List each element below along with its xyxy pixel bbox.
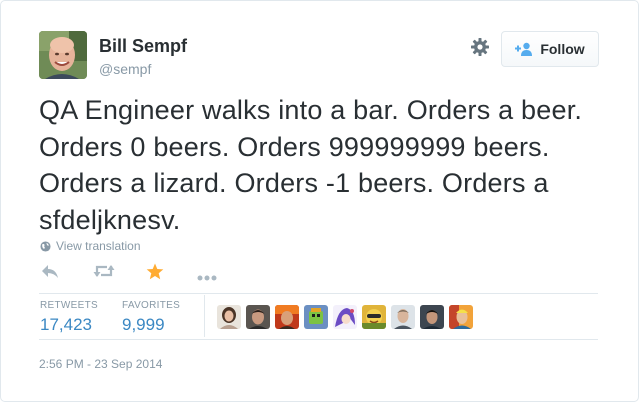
- globe-icon: [40, 240, 51, 252]
- stats-divider-bottom: [39, 339, 598, 340]
- tweet-text: QA Engineer walks into a bar. Orders a b…: [39, 95, 583, 235]
- author-handle[interactable]: @sempf: [99, 61, 151, 77]
- add-user-icon: [515, 42, 533, 56]
- tweet-timestamp[interactable]: 2:56 PM - 23 Sep 2014: [39, 357, 162, 371]
- favoriter-avatar[interactable]: [362, 305, 386, 329]
- gear-icon[interactable]: [470, 37, 490, 57]
- author-avatar[interactable]: [39, 31, 87, 79]
- yellow-cartoon-avatar: [362, 305, 386, 329]
- bald-man-smiling-avatar: [39, 31, 87, 79]
- view-translation-link[interactable]: View translation: [40, 239, 141, 253]
- tweet-card: Bill Sempf @sempf Follow QA Engineer wal…: [0, 0, 639, 402]
- favoriter-avatar[interactable]: [304, 305, 328, 329]
- man-light-avatar: [391, 305, 415, 329]
- more-button[interactable]: [197, 268, 217, 286]
- woman-avatar: [217, 305, 241, 329]
- colorful-avatar: [449, 305, 473, 329]
- stats-separator: [204, 295, 205, 337]
- favoriter-avatar[interactable]: [217, 305, 241, 329]
- favoriter-avatars: [217, 305, 473, 329]
- cartoon-green-avatar: [304, 305, 328, 329]
- author-name[interactable]: Bill Sempf: [99, 36, 187, 57]
- view-translation-label: View translation: [56, 239, 141, 253]
- favorites-stat[interactable]: FAVORITES 9,999: [122, 300, 180, 335]
- retweet-icon: [93, 265, 115, 277]
- reply-button[interactable]: [41, 263, 59, 284]
- man-dark-hair-avatar: [246, 305, 270, 329]
- anime-purple-avatar: [333, 305, 357, 329]
- favoriter-avatar[interactable]: [275, 305, 299, 329]
- retweets-count: 17,423: [40, 315, 92, 334]
- favoriter-avatar[interactable]: [420, 305, 444, 329]
- favoriter-avatar[interactable]: [449, 305, 473, 329]
- favorite-button[interactable]: [146, 263, 164, 285]
- retweet-button[interactable]: [93, 263, 115, 284]
- favorites-label: FAVORITES: [122, 300, 181, 311]
- favoriter-avatar[interactable]: [333, 305, 357, 329]
- favoriter-avatar[interactable]: [246, 305, 270, 329]
- ellipsis-icon: [197, 275, 217, 281]
- retweets-stat[interactable]: RETWEETS 17,423: [40, 300, 98, 335]
- man-fire-avatar: [275, 305, 299, 329]
- favorites-count: 9,999: [122, 315, 165, 334]
- retweets-label: RETWEETS: [40, 300, 98, 311]
- star-icon: [146, 263, 164, 280]
- follow-label: Follow: [540, 41, 585, 57]
- man-dark-avatar: [420, 305, 444, 329]
- stats-divider-top: [39, 293, 598, 294]
- follow-button[interactable]: Follow: [501, 31, 599, 67]
- favoriter-avatar[interactable]: [391, 305, 415, 329]
- reply-arrow-icon: [42, 265, 58, 278]
